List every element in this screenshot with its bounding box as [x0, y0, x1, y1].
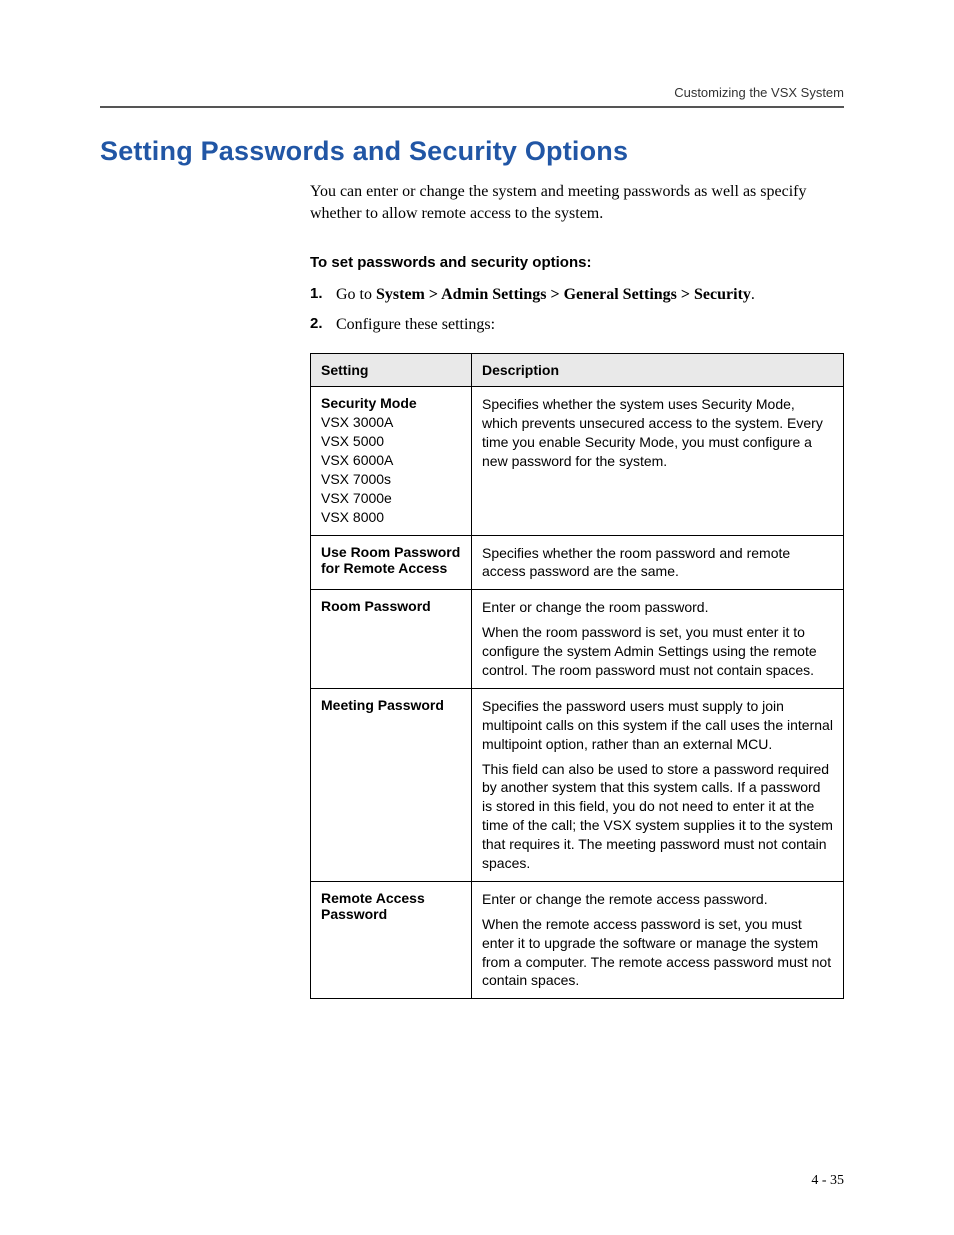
description-paragraph: When the remote access password is set, … [482, 915, 833, 991]
setting-subitem: VSX 8000 [321, 508, 461, 527]
table-row: Meeting PasswordSpecifies the password u… [311, 688, 844, 881]
setting-subitem: VSX 7000e [321, 489, 461, 508]
step-1: Go to System > Admin Settings > General … [310, 283, 844, 307]
col-header-setting: Setting [311, 354, 472, 387]
step-1-pre: Go to [336, 286, 376, 303]
setting-cell: Use Room Password for Remote Access [311, 535, 472, 590]
col-header-description: Description [472, 354, 844, 387]
running-head: Customizing the VSX System [100, 85, 844, 100]
description-paragraph: Specifies the password users must supply… [482, 697, 833, 754]
table-row: Remote Access Password Enter or change th… [311, 881, 844, 998]
description-cell: Specifies whether the room password and … [472, 535, 844, 590]
step-2: Configure these settings: [310, 313, 844, 337]
setting-subitem: VSX 3000A [321, 413, 461, 432]
setting-cell: Meeting Password [311, 688, 472, 881]
description-paragraph: Specifies whether the room password and … [482, 544, 833, 582]
page-number: 4 - 35 [811, 1173, 844, 1189]
setting-cell: Room Password [311, 590, 472, 689]
description-cell: Enter or change the remote access passwo… [472, 881, 844, 998]
description-paragraph: Enter or change the room password. [482, 598, 833, 617]
body-content: You can enter or change the system and m… [310, 181, 844, 999]
description-paragraph: Specifies whether the system uses Securi… [482, 395, 833, 471]
description-cell: Specifies the password users must supply… [472, 688, 844, 881]
step-1-post: . [751, 286, 755, 303]
description-paragraph: Enter or change the remote access passwo… [482, 890, 833, 909]
document-page: Customizing the VSX System Setting Passw… [0, 0, 954, 1235]
table-row: Room PasswordEnter or change the room pa… [311, 590, 844, 689]
setting-cell: Remote Access Password [311, 881, 472, 998]
procedure-steps: Go to System > Admin Settings > General … [310, 283, 844, 337]
setting-subitem: VSX 5000 [321, 432, 461, 451]
setting-subitem: VSX 6000A [321, 451, 461, 470]
settings-table: Setting Description Security ModeVSX 300… [310, 353, 844, 999]
table-row: Use Room Password for Remote Access Speci… [311, 535, 844, 590]
procedure-subhead: To set passwords and security options: [310, 254, 844, 271]
header-rule [100, 106, 844, 108]
setting-cell: Security ModeVSX 3000AVSX 5000VSX 6000AV… [311, 387, 472, 535]
table-row: Security ModeVSX 3000AVSX 5000VSX 6000AV… [311, 387, 844, 535]
table-header-row: Setting Description [311, 354, 844, 387]
description-cell: Enter or change the room password. When t… [472, 590, 844, 689]
section-title: Setting Passwords and Security Options [100, 136, 844, 167]
setting-sublist: VSX 3000AVSX 5000VSX 6000AVSX 7000sVSX 7… [321, 413, 461, 526]
intro-paragraph: You can enter or change the system and m… [310, 181, 844, 224]
step-1-nav-path: System > Admin Settings > General Settin… [376, 286, 751, 303]
description-paragraph: When the room password is set, you must … [482, 623, 833, 680]
table-body: Security ModeVSX 3000AVSX 5000VSX 6000AV… [311, 387, 844, 999]
description-paragraph: This field can also be used to store a p… [482, 760, 833, 873]
setting-subitem: VSX 7000s [321, 470, 461, 489]
description-cell: Specifies whether the system uses Securi… [472, 387, 844, 535]
